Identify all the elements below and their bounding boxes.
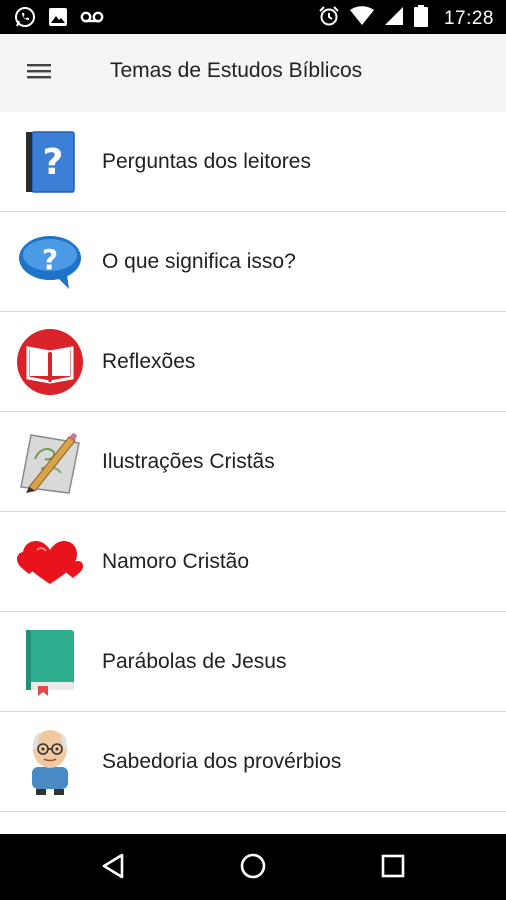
home-button[interactable] — [236, 851, 270, 885]
list-item-partial[interactable] — [0, 812, 506, 834]
alarm-icon — [318, 5, 340, 32]
list-item-reflexoes[interactable]: Reflexões — [0, 312, 506, 412]
list-item-namoro[interactable]: Namoro Cristão — [0, 512, 506, 612]
status-bar: 17:28 — [0, 0, 506, 34]
question-book-icon: ? — [14, 126, 86, 198]
list-item-label: Reflexões — [102, 349, 196, 373]
list-item-label: Perguntas dos leitores — [102, 149, 311, 173]
green-book-icon — [14, 626, 86, 698]
list-item-significado[interactable]: ? O que significa isso? — [0, 212, 506, 312]
list-item-sabedoria[interactable]: Sabedoria dos provérbios — [0, 712, 506, 812]
page-title: Temas de Estudos Bíblicos — [110, 59, 363, 82]
wifi-icon — [349, 6, 374, 31]
image-icon — [48, 7, 68, 32]
home-icon — [239, 852, 267, 885]
status-time: 17:28 — [443, 7, 494, 29]
signal-icon — [384, 6, 404, 31]
pencil-drawing-icon — [14, 426, 86, 498]
old-man-icon — [14, 726, 86, 798]
status-left-icons — [14, 6, 104, 33]
hamburger-menu-icon — [26, 61, 52, 86]
recents-button[interactable] — [376, 851, 410, 885]
recents-icon — [380, 853, 406, 884]
status-right-icons: 17:28 — [318, 5, 494, 32]
topic-list: ? Perguntas dos leitores ? O que signifi… — [0, 112, 506, 834]
list-item-label: O que significa isso? — [102, 249, 296, 273]
list-item-label: Namoro Cristão — [102, 549, 250, 573]
navigation-bar — [0, 834, 506, 900]
open-book-icon — [14, 326, 86, 398]
hearts-icon — [14, 526, 86, 598]
question-bubble-icon: ? — [14, 226, 86, 298]
list-item-label: Sabedoria dos provérbios — [102, 749, 342, 773]
app-bar: Temas de Estudos Bíblicos — [0, 34, 506, 112]
list-item-perguntas[interactable]: ? Perguntas dos leitores — [0, 112, 506, 212]
list-item-label: Ilustrações Cristãs — [102, 449, 275, 473]
list-item-label: Parábolas de Jesus — [102, 649, 287, 673]
voicemail-icon — [80, 10, 104, 29]
battery-icon — [413, 5, 428, 32]
list-item-parabolas[interactable]: Parábolas de Jesus — [0, 612, 506, 712]
back-button[interactable] — [96, 851, 130, 885]
list-item-ilustracoes[interactable]: Ilustrações Cristãs — [0, 412, 506, 512]
svg-text:?: ? — [42, 243, 58, 276]
whatsapp-icon — [14, 6, 36, 33]
back-icon — [100, 852, 126, 885]
menu-button[interactable] — [22, 56, 56, 90]
svg-text:?: ? — [43, 142, 64, 183]
